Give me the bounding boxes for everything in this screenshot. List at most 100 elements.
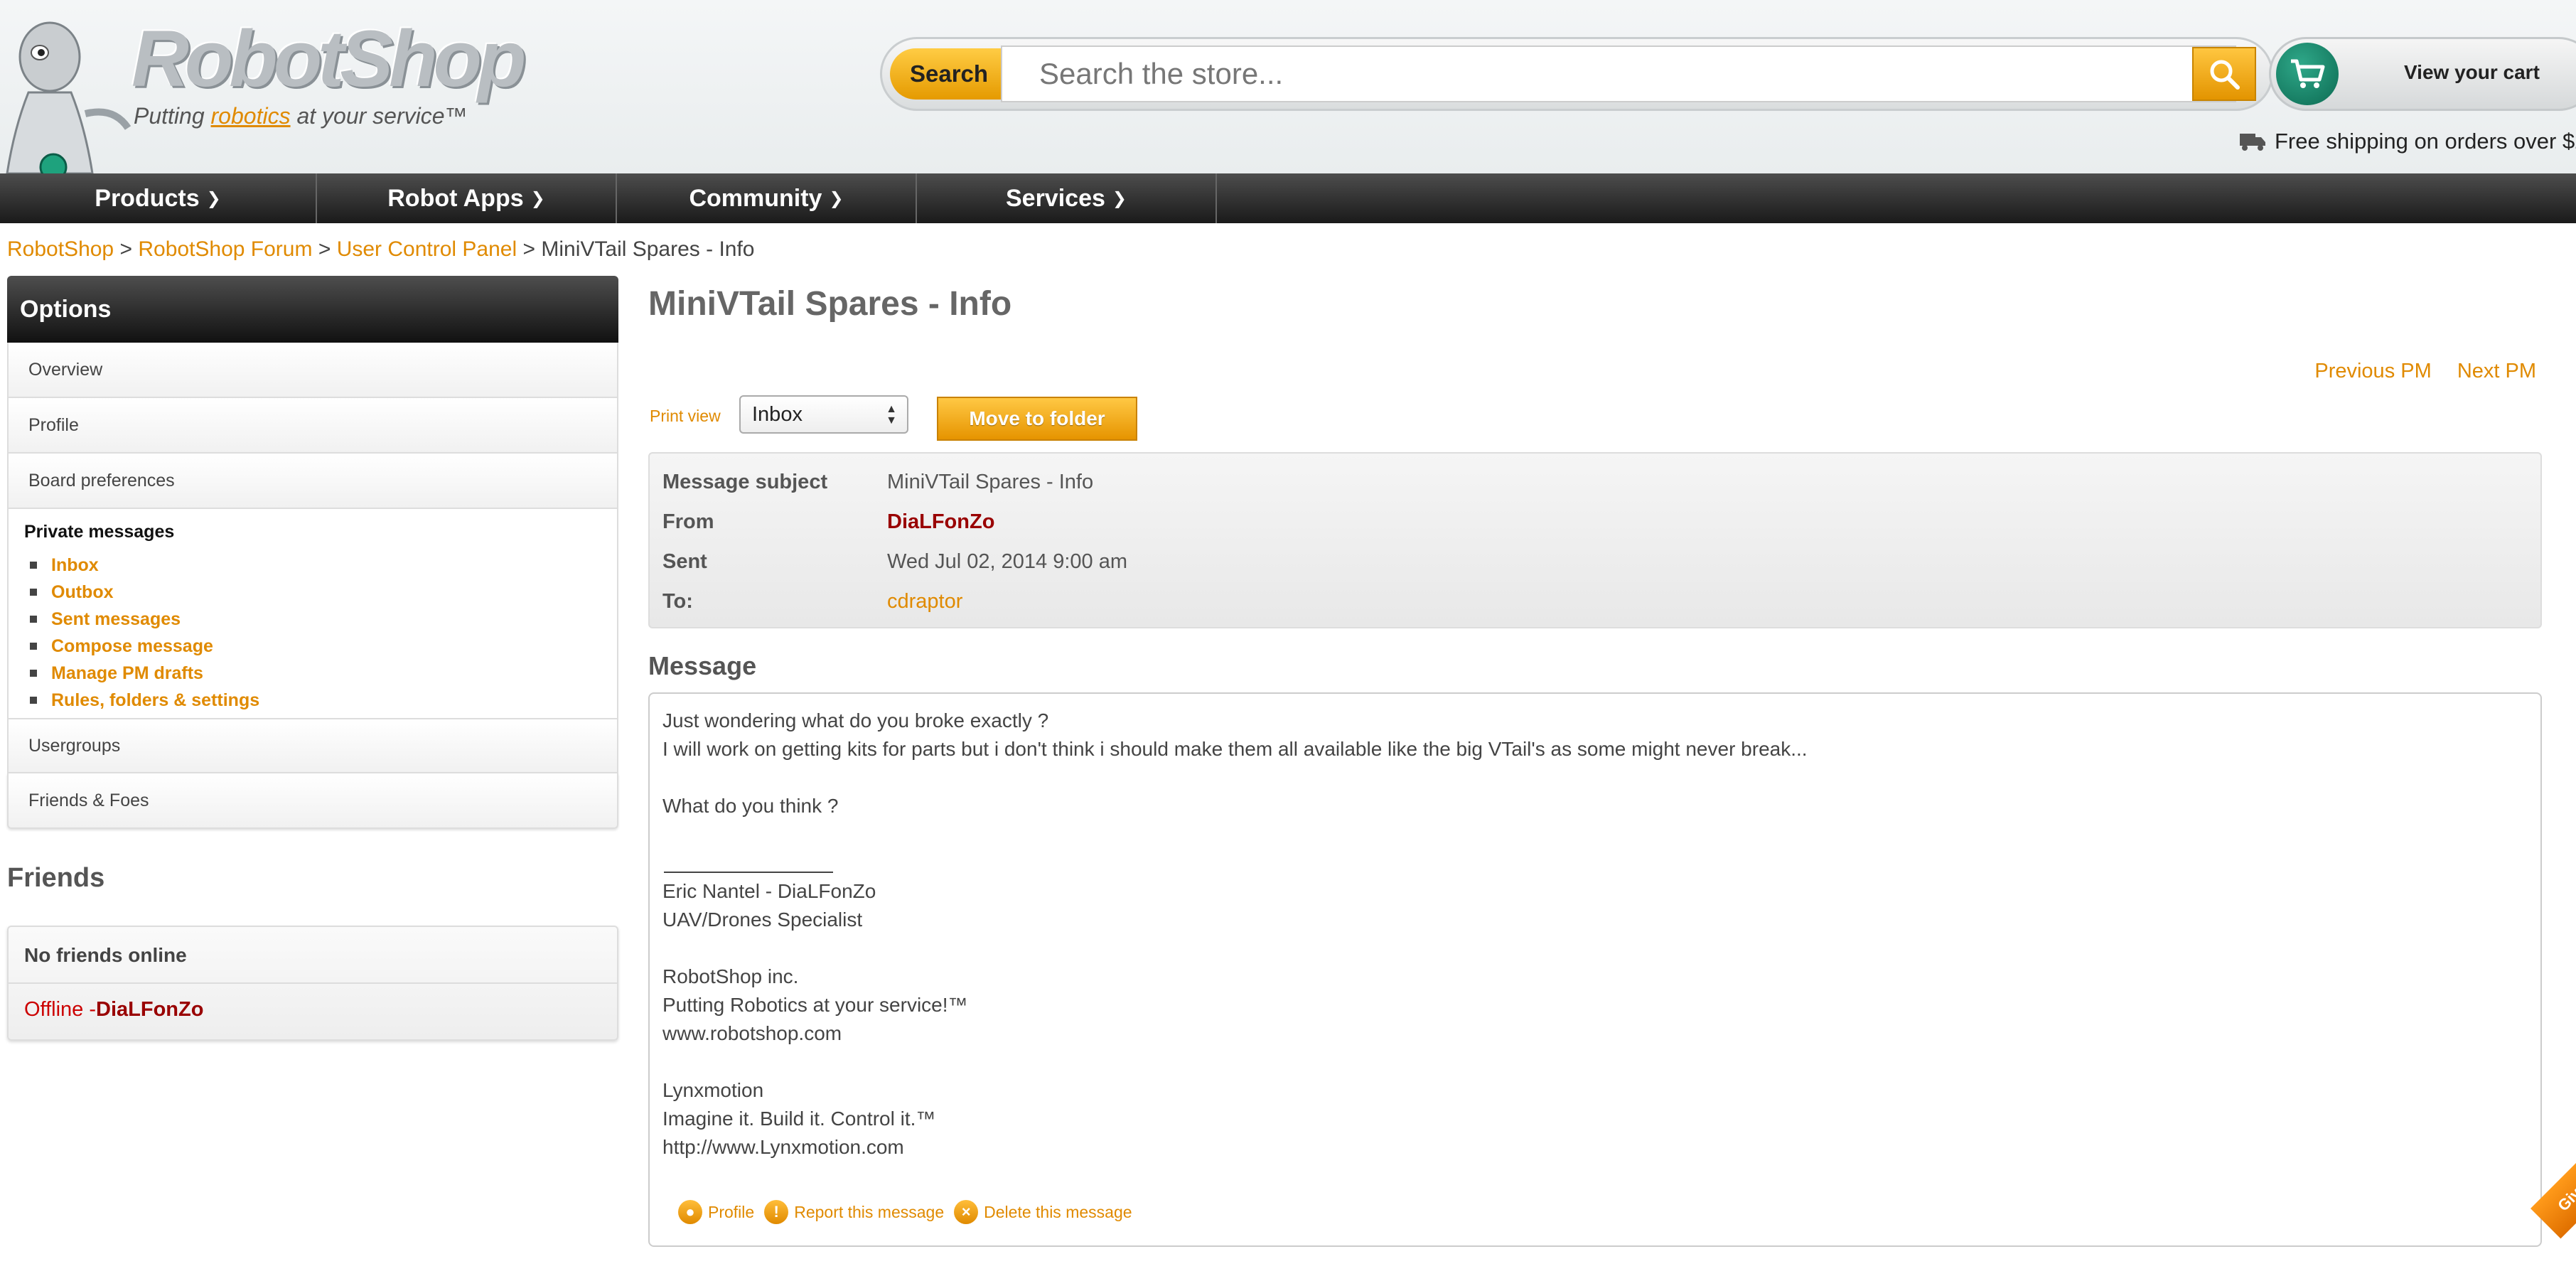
pm-link-drafts[interactable]: Manage PM drafts <box>30 660 259 687</box>
sidebar-item-profile[interactable]: Profile <box>7 398 618 454</box>
search-input[interactable] <box>1001 45 2236 102</box>
nav-products-label: Products <box>95 184 200 212</box>
report-message-action[interactable]: ! Report this message <box>764 1200 944 1224</box>
next-pm-link[interactable]: Next PM <box>2457 360 2536 382</box>
folder-select[interactable]: Inbox ▲ ▼ <box>739 395 908 434</box>
site-tagline: Putting robotics at your service™ <box>134 103 468 129</box>
pm-link-outbox[interactable]: Outbox <box>30 579 259 606</box>
breadcrumb-current: MiniVTail Spares - Info <box>541 237 755 261</box>
signature-line: Imagine it. Build it. Control it.™ <box>662 1108 936 1130</box>
close-icon: × <box>954 1200 979 1224</box>
info-row-from: From DiaLFonZo <box>662 508 994 536</box>
pm-link-inbox[interactable]: Inbox <box>30 552 259 579</box>
private-messages-section: Private messages Inbox Outbox Sent messa… <box>7 509 618 719</box>
view-cart-button[interactable]: View your cart <box>2269 37 2576 111</box>
main-nav: Products ❯ Robot Apps ❯ Community ❯ Service… <box>0 173 2576 223</box>
magnifier-icon <box>2210 60 2240 90</box>
message-line: Just wondering what do you broke exactly… <box>662 709 1049 731</box>
pm-link-rules[interactable]: Rules, folders & settings <box>30 687 259 714</box>
sent-label: Sent <box>662 550 707 573</box>
move-to-folder-button[interactable]: Move to folder <box>937 397 1137 441</box>
from-label: From <box>662 510 714 533</box>
tagline-post: at your service™ <box>290 103 468 129</box>
breadcrumb: RobotShop > RobotShop Forum > User Contr… <box>7 237 755 262</box>
breadcrumb-robotshop[interactable]: RobotShop <box>7 237 114 261</box>
warning-icon: ! <box>764 1200 789 1224</box>
signature-line: UAV/Drones Specialist <box>662 909 863 931</box>
breadcrumb-forum[interactable]: RobotShop Forum <box>138 237 312 261</box>
previous-pm-link[interactable]: Previous PM <box>2314 360 2431 382</box>
to-user-link[interactable]: cdraptor <box>887 590 962 613</box>
cart-icon <box>2276 43 2339 105</box>
signature-line: RobotShop inc. <box>662 965 799 987</box>
chevron-down-icon: ❯ <box>206 188 221 208</box>
nav-products[interactable]: Products ❯ <box>0 173 317 223</box>
to-label: To: <box>662 589 693 613</box>
subject-label: Message subject <box>662 470 828 493</box>
friends-heading: Friends <box>7 863 105 893</box>
message-actions: ● Profile ! Report this message × Delete… <box>678 1200 1142 1224</box>
pm-navigation: Previous PM Next PM <box>2295 360 2536 383</box>
offline-friend: Offline -DiaLFonZo <box>24 998 203 1022</box>
signature-line: Eric Nantel - DiaLFonZo <box>662 880 876 902</box>
chevron-down-icon: ❯ <box>829 188 844 208</box>
pm-link-compose[interactable]: Compose message <box>30 633 259 660</box>
message-info-box: Message subject MiniVTail Spares - Info … <box>648 452 2542 628</box>
shipping-notice: Free shipping on orders over $200 <box>2239 129 2576 154</box>
breadcrumb-separator: > <box>318 237 331 261</box>
nav-community[interactable]: Community ❯ <box>617 173 917 223</box>
shipping-text: Free shipping on orders over $200 <box>2275 129 2576 154</box>
breadcrumb-separator: > <box>119 237 132 261</box>
profile-action-label: Profile <box>708 1202 755 1221</box>
select-arrows-icon: ▲ ▼ <box>886 403 897 427</box>
pm-section-title: Private messages <box>24 522 175 542</box>
breadcrumb-ucp[interactable]: User Control Panel <box>337 237 517 261</box>
from-user-link[interactable]: DiaLFonZo <box>887 510 994 534</box>
search-bar: Search <box>880 37 2273 111</box>
profile-action[interactable]: ● Profile <box>678 1200 754 1224</box>
chevron-down-icon: ❯ <box>1112 188 1127 208</box>
signature-link[interactable]: http://www.Lynxmotion.com <box>662 1136 904 1159</box>
print-view-link[interactable]: Print view <box>650 407 721 426</box>
cart-label: View your cart <box>2404 61 2540 83</box>
pm-folder-list: Inbox Outbox Sent messages Compose messa… <box>30 552 259 714</box>
sidebar-item-overview[interactable]: Overview <box>7 343 618 398</box>
nav-robot-apps[interactable]: Robot Apps ❯ <box>317 173 617 223</box>
message-heading: Message <box>648 651 757 680</box>
delete-message-action[interactable]: × Delete this message <box>954 1200 1132 1224</box>
sent-value: Wed Jul 02, 2014 9:00 am <box>887 550 1128 573</box>
user-icon: ● <box>678 1200 702 1224</box>
site-logo[interactable]: RobotShop <box>132 13 526 104</box>
chevron-down-icon: ❯ <box>530 188 545 208</box>
breadcrumb-separator: > <box>522 237 536 261</box>
signature-line: Putting Robotics at your service!™ <box>662 994 968 1016</box>
sidebar-item-usergroups[interactable]: Usergroups <box>7 718 618 773</box>
offline-prefix: Offline - <box>24 998 97 1021</box>
info-row-to: To: cdraptor <box>662 587 962 616</box>
tagline-highlight: robotics <box>210 103 291 129</box>
info-row-subject: Message subject MiniVTail Spares - Info <box>662 468 1093 496</box>
options-header: Options <box>7 276 618 343</box>
pm-link-sent[interactable]: Sent messages <box>30 606 259 633</box>
search-submit-button[interactable] <box>2192 47 2256 101</box>
site-header: RobotShop Putting robotics at your servi… <box>0 0 2576 173</box>
nav-services[interactable]: Services ❯ <box>917 173 1217 223</box>
offline-user-link[interactable]: DiaLFonZo <box>96 998 203 1021</box>
divider <box>9 982 617 984</box>
nav-robot-apps-label: Robot Apps <box>387 184 524 212</box>
no-friends-online: No friends online <box>24 944 187 966</box>
nav-community-label: Community <box>689 184 822 212</box>
tagline-pre: Putting <box>134 103 211 129</box>
truck-icon <box>2240 134 2265 151</box>
message-line: I will work on getting kits for parts bu… <box>662 738 1808 760</box>
sidebar-item-friends-foes[interactable]: Friends & Foes <box>7 773 618 829</box>
folder-select-value: Inbox <box>752 402 803 426</box>
signature-divider <box>664 872 833 873</box>
subject-value: MiniVTail Spares - Info <box>887 470 1094 493</box>
friends-box: No friends online Offline -DiaLFonZo <box>7 926 618 1041</box>
sidebar-item-board-preferences[interactable]: Board preferences <box>7 454 618 509</box>
robot-mascot-icon <box>6 21 132 173</box>
message-body: Just wondering what do you broke exactly… <box>648 692 2542 1247</box>
signature-link[interactable]: www.robotshop.com <box>662 1022 842 1045</box>
message-line: What do you think ? <box>662 795 839 817</box>
